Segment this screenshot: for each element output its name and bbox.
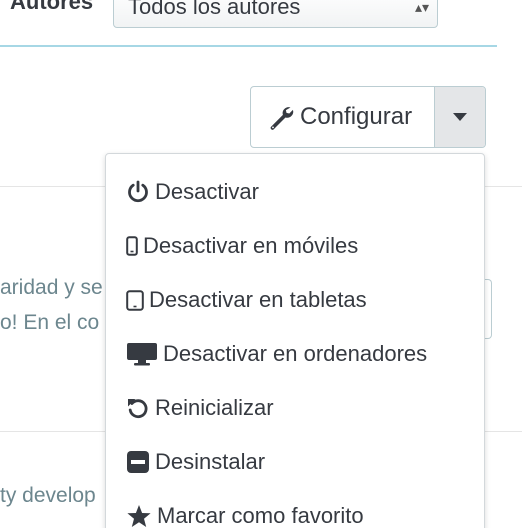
desktop-icon — [126, 342, 158, 366]
module-manager-page: Autores Todos los autores ▴▾ Configurar … — [0, 0, 522, 528]
tablet-icon — [126, 289, 144, 311]
module-description-line: ty develop — [0, 484, 96, 507]
menu-item-label: Desactivar en tabletas — [149, 287, 367, 312]
menu-item-disable-mobile[interactable]: Desactivar en móviles — [106, 219, 484, 273]
authors-filter-label: Autores — [10, 0, 94, 14]
menu-item-uninstall[interactable]: Desinstalar — [106, 435, 484, 489]
star-icon — [126, 504, 152, 528]
menu-item-favorite[interactable]: Marcar como favorito — [106, 489, 484, 528]
menu-item-disable-tablet[interactable]: Desactivar en tabletas — [106, 273, 484, 327]
wrench-icon — [268, 104, 294, 130]
menu-item-disable-desktop[interactable]: Desactivar en ordenadores — [106, 327, 484, 381]
mobile-icon — [126, 236, 138, 256]
menu-item-label: Reinicializar — [155, 395, 274, 420]
configure-dropdown-toggle[interactable] — [434, 87, 485, 147]
configure-button-label: Configurar — [300, 103, 413, 130]
menu-item-reset[interactable]: Reinicializar — [106, 381, 484, 435]
module-description-line: aridad y se — [0, 276, 103, 299]
authors-filter-value: Todos los autores — [128, 0, 301, 19]
configure-button[interactable]: Configurar — [251, 87, 434, 147]
authors-filter-select[interactable]: Todos los autores ▴▾ — [113, 0, 438, 28]
caret-down-icon — [453, 113, 467, 121]
menu-item-label: Marcar como favorito — [157, 503, 364, 528]
menu-item-label: Desactivar en ordenadores — [163, 341, 428, 366]
configure-dropdown-menu: Desactivar Desactivar en móviles Desacti… — [105, 153, 485, 528]
select-arrows-icon: ▴▾ — [414, 0, 429, 15]
menu-item-label: Desinstalar — [155, 449, 266, 474]
undo-icon — [126, 396, 150, 420]
module-description-line: o! En el co — [0, 311, 100, 334]
filter-divider — [0, 45, 497, 47]
menu-item-disable[interactable]: Desactivar — [106, 165, 484, 219]
power-icon — [126, 180, 150, 204]
minus-square-icon — [126, 450, 150, 474]
menu-item-label: Desactivar — [155, 179, 259, 204]
configure-split-button: Configurar — [250, 86, 486, 148]
menu-item-label: Desactivar en móviles — [143, 233, 359, 258]
